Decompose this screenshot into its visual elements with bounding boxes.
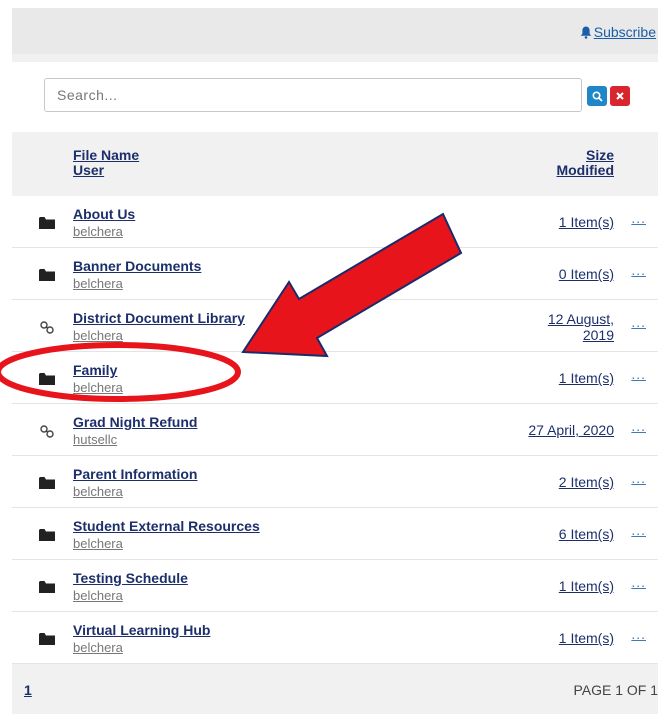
item-size[interactable]: 6 Item(s) (559, 526, 614, 542)
list-item: Testing Schedule belchera 1 Item(s) ... (12, 560, 658, 612)
item-name[interactable]: Banner Documents (73, 258, 201, 274)
item-user[interactable]: hutsellc (73, 432, 117, 447)
list-item: Parent Information belchera 2 Item(s) ..… (12, 456, 658, 508)
folder-icon (39, 477, 55, 489)
item-modified[interactable]: 27 April, 2020 (528, 422, 614, 438)
folder-icon (39, 217, 55, 229)
list-item: Family belchera 1 Item(s) ... (12, 352, 658, 404)
item-user[interactable]: belchera (73, 484, 123, 499)
item-user[interactable]: belchera (73, 328, 123, 343)
item-size[interactable]: 1 Item(s) (559, 370, 614, 386)
folder-icon (39, 529, 55, 541)
item-name[interactable]: Grad Night Refund (73, 414, 197, 430)
list-item: Banner Documents belchera 0 Item(s) ... (12, 248, 658, 300)
item-name[interactable]: Parent Information (73, 466, 197, 482)
list-item: Grad Night Refund hutsellc 27 April, 202… (12, 404, 658, 456)
more-options-button[interactable]: ... (631, 574, 646, 590)
item-user[interactable]: belchera (73, 536, 123, 551)
item-user[interactable]: belchera (73, 640, 123, 655)
folder-icon (39, 269, 55, 281)
list-item: District Document Library belchera 12 Au… (12, 300, 658, 352)
folder-icon (39, 633, 55, 645)
sort-size[interactable]: Size (586, 147, 614, 163)
item-size[interactable]: 1 Item(s) (559, 578, 614, 594)
item-user[interactable]: belchera (73, 224, 123, 239)
item-modified[interactable]: 12 August, 2019 (534, 311, 614, 343)
list-item: Student External Resources belchera 6 It… (12, 508, 658, 560)
close-icon (616, 92, 624, 100)
item-name[interactable]: Family (73, 362, 117, 378)
link-icon (40, 425, 54, 438)
item-user[interactable]: belchera (73, 588, 123, 603)
more-options-button[interactable]: ... (631, 210, 646, 226)
item-user[interactable]: belchera (73, 276, 123, 291)
item-name[interactable]: Virtual Learning Hub (73, 622, 210, 638)
sort-user[interactable]: User (73, 162, 104, 178)
more-options-button[interactable]: ... (631, 626, 646, 642)
page-info: PAGE 1 OF 1 (573, 682, 658, 698)
search-area (12, 62, 658, 132)
list-item: Virtual Learning Hub belchera 1 Item(s) … (12, 612, 658, 664)
item-size[interactable]: 0 Item(s) (559, 266, 614, 282)
list-item: About Us belchera 1 Item(s) ... (12, 196, 658, 248)
item-name[interactable]: Testing Schedule (73, 570, 188, 586)
search-button[interactable] (587, 86, 607, 106)
subscribe-bar: Subscribe (12, 8, 658, 54)
file-list: About Us belchera 1 Item(s) ... Banner D… (12, 196, 658, 664)
more-options-button[interactable]: ... (631, 366, 646, 382)
item-name[interactable]: About Us (73, 206, 135, 222)
pagination-bar: 1 PAGE 1 OF 1 (12, 668, 658, 714)
more-options-button[interactable]: ... (631, 314, 646, 330)
column-header: File Name User Size Modified (12, 132, 658, 188)
subscribe-label: Subscribe (593, 24, 656, 40)
bell-icon (580, 26, 591, 39)
folder-icon (39, 581, 55, 593)
more-options-button[interactable]: ... (631, 522, 646, 538)
more-options-button[interactable]: ... (631, 262, 646, 278)
subscribe-link[interactable]: Subscribe (580, 24, 656, 40)
item-user[interactable]: belchera (73, 380, 123, 395)
search-icon (591, 90, 603, 102)
search-input[interactable] (44, 78, 582, 112)
item-size[interactable]: 1 Item(s) (559, 630, 614, 646)
clear-search-button[interactable] (610, 86, 630, 106)
sort-modified[interactable]: Modified (556, 162, 614, 178)
more-options-button[interactable]: ... (631, 470, 646, 486)
file-library-panel: Subscribe File Name User Size Modified A… (12, 8, 658, 714)
folder-icon (39, 373, 55, 385)
item-size[interactable]: 2 Item(s) (559, 474, 614, 490)
more-options-button[interactable]: ... (631, 418, 646, 434)
sort-file-name[interactable]: File Name (73, 147, 139, 163)
item-size[interactable]: 1 Item(s) (559, 214, 614, 230)
item-name[interactable]: Student External Resources (73, 518, 260, 534)
link-icon (40, 321, 54, 334)
page-1-link[interactable]: 1 (24, 682, 32, 698)
item-name[interactable]: District Document Library (73, 310, 245, 326)
